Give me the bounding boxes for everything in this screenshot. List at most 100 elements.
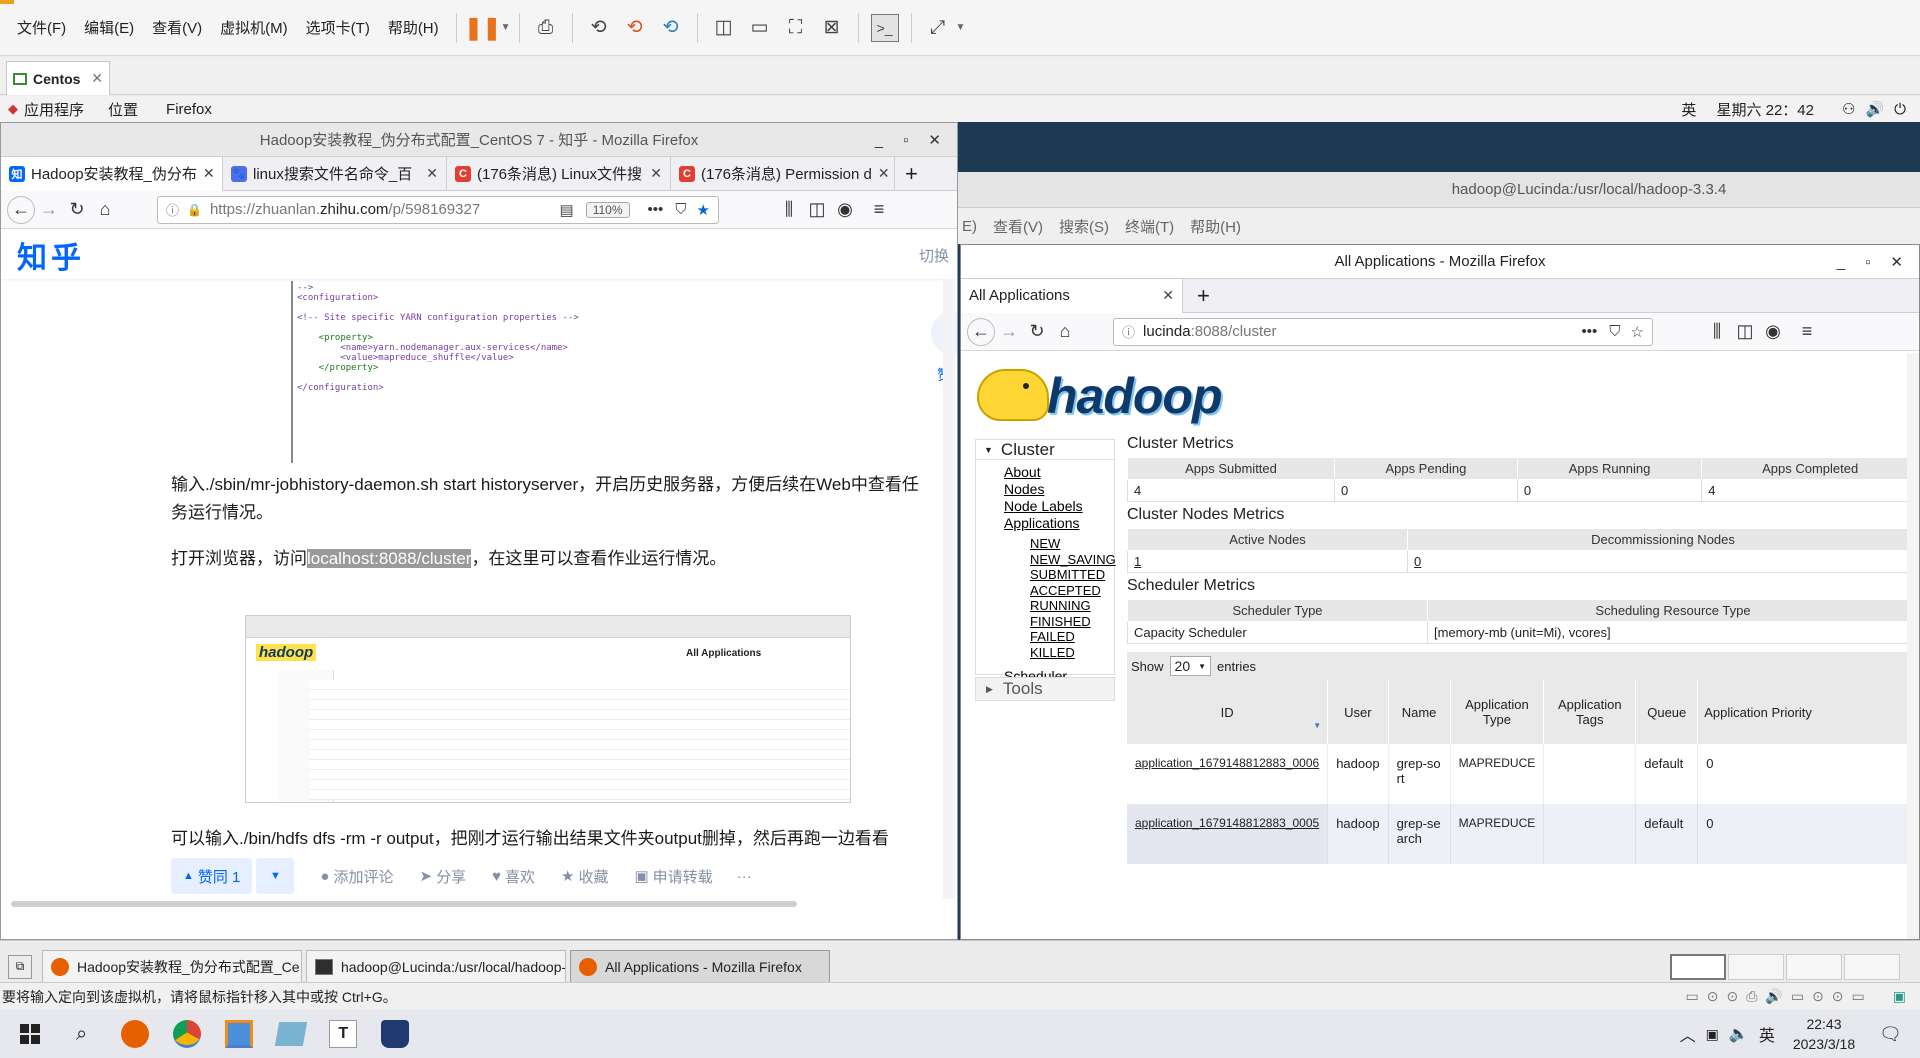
menu-file[interactable]: 文件(F) [17,17,66,38]
gnome-places-menu[interactable]: 位置 [108,99,138,120]
windows-ime[interactable]: 英 [1759,1022,1775,1046]
sortable-col-queue[interactable]: Queue [1635,680,1699,744]
hadoop-logo[interactable]: hadoop [977,363,1237,427]
vmware-app-icon[interactable] [225,1020,254,1048]
workspace-switcher[interactable] [1670,953,1900,981]
pause-icon[interactable]: ❚❚ [464,14,501,42]
browser-tab[interactable]: 知 Hadoop安装教程_伪分布 ✕ [1,156,223,191]
terminal-menu-terminal[interactable]: 终端(T) [1125,216,1174,237]
vertical-scrollbar[interactable] [1907,353,1919,939]
show-desktop-icon[interactable]: ⧉ [8,954,32,979]
collect-button[interactable]: 收藏 [578,866,608,887]
tray-chevron-icon[interactable]: ︿ [1680,1022,1696,1046]
switch-link[interactable]: 切换 [919,245,949,266]
snapshot-manager-icon[interactable]: ⟲ [657,14,685,42]
terminal-menu-help[interactable]: 帮助(H) [1190,216,1241,237]
sidebar-icon[interactable]: ◫ [1731,318,1759,346]
sortable-col-priority[interactable]: Application Priority [1698,680,1919,744]
reprint-button[interactable]: 申请转载 [653,866,713,887]
terminal-menu-view[interactable]: 查看(V) [993,216,1043,237]
reload-icon[interactable]: ↻ [63,196,91,224]
browser-tab[interactable]: C (176条消息) Linux文件搜 ✕ [447,156,671,191]
share-icon[interactable]: ➤ [419,867,432,885]
sortable-col-name[interactable]: Name [1388,680,1451,744]
state-failed[interactable]: FAILED [1030,629,1114,645]
close-icon[interactable]: ✕ [91,70,103,87]
menu-icon[interactable]: ≡ [1793,318,1821,346]
reload-icon[interactable]: ↻ [1023,318,1051,346]
more-button[interactable]: ··· [737,868,752,885]
thumbnail-icon[interactable]: ▭ [746,14,774,42]
terminal-window[interactable]: hadoop@Lucinda:/usr/local/hadoop-3.3.4 E… [958,122,1920,244]
console-view-icon[interactable]: >_ [870,13,899,42]
clock[interactable]: 22:43 2023/3/18 [1793,1014,1855,1054]
decommissioning-nodes-link[interactable]: 0 [1407,550,1919,573]
close-icon[interactable]: ✕ [1156,287,1174,304]
report-icon[interactable]: ▣ [634,867,648,885]
back-icon[interactable]: ← [7,195,35,224]
minimize-icon[interactable]: _ [1837,254,1845,271]
more-actions-icon[interactable]: ••• [648,201,664,218]
app-id-link[interactable]: application_1679148812883_0005 [1127,804,1329,864]
sortable-col-type[interactable]: Application Type [1450,680,1545,744]
info-icon[interactable]: ⓘ [1122,322,1135,341]
close-icon[interactable]: ✕ [644,165,662,182]
nav-about[interactable]: About [1004,464,1114,481]
browser-tab[interactable]: All Applications ✕ [961,278,1183,313]
vm-tab-centos[interactable]: Centos ✕ [6,61,110,95]
maximize-icon[interactable]: ▫ [1865,254,1870,271]
snapshot-icon[interactable]: ⟲ [585,14,613,42]
sidebar-icon[interactable]: ◫ [803,196,831,224]
close-icon[interactable]: ✕ [197,165,215,182]
chrome-app-icon[interactable] [173,1020,202,1048]
nav-applications[interactable]: Applications [1004,515,1114,532]
close-icon[interactable]: ✕ [872,165,890,182]
bookmark-star-icon[interactable]: ☆ [1631,323,1644,341]
account-icon[interactable]: ◉ [1759,318,1787,346]
horizontal-scrollbar[interactable] [11,901,797,907]
browser-tab[interactable]: C (176条消息) Permission d ✕ [671,156,895,191]
lock-icon[interactable]: 🔒 [187,203,202,217]
gnome-apps-menu[interactable]: 应用程序 [24,99,84,120]
fullscreen-icon[interactable]: ⛶ [782,14,810,42]
hadoop-url-bar[interactable]: ⓘ lucinda :8088/cluster ••• ⛉ ☆ [1113,317,1653,346]
search-icon[interactable]: ⌕ [76,1023,87,1046]
terminal-menu-edit[interactable]: E) [962,218,977,235]
browser-tab[interactable]: 🐾 linux搜索文件名命令_百 ✕ [223,156,447,191]
taskbar-window-button[interactable]: All Applications - Mozilla Firefox [570,949,830,984]
more-actions-icon[interactable]: ••• [1582,323,1598,340]
new-tab-icon[interactable]: + [1197,283,1210,309]
notepad-app-icon[interactable] [275,1022,308,1046]
zhihu-url-bar[interactable]: ⓘ 🔒 https://zhuanlan. zhihu.com /p/59816… [157,195,719,224]
menu-edit[interactable]: 编辑(E) [84,17,134,38]
downvote-button[interactable]: ▼ [256,858,295,894]
minimize-icon[interactable]: _ [875,132,883,149]
power-icon[interactable]: ⏻ [1894,101,1906,118]
forward-icon[interactable]: → [995,318,1023,346]
close-icon[interactable]: ✕ [420,165,438,182]
terminal-menu-search[interactable]: 搜索(S) [1059,216,1109,237]
zoom-badge[interactable]: 110% [585,201,630,218]
taskbar-window-button[interactable]: hadoop@Lucinda:/usr/local/hadoop-… [306,949,566,984]
workspace-3[interactable] [1786,953,1842,980]
revert-snapshot-icon[interactable]: ⟲ [621,14,649,42]
unity-icon[interactable]: ⊠ [818,14,846,42]
home-icon[interactable]: ⌂ [91,196,119,224]
menu-view[interactable]: 查看(V) [152,17,202,38]
state-new-saving[interactable]: NEW_SAVING [1030,552,1116,568]
pocket-icon[interactable]: ⛉ [1609,323,1620,340]
article-screenshot[interactable]: hadoop All Applications [245,615,851,803]
sortable-col-user[interactable]: User [1327,680,1389,744]
tools-header[interactable]: ▶ Tools [975,677,1115,701]
share-button[interactable]: 分享 [436,866,466,887]
nav-node-labels[interactable]: Node Labels [1004,498,1114,515]
state-killed[interactable]: KILLED [1030,645,1114,661]
stretch-icon[interactable]: ⤢ [924,14,952,42]
maximize-icon[interactable]: ▫ [903,132,908,149]
pocket-icon[interactable]: ⛉ [675,201,686,218]
network-icon[interactable]: ⚇ [1842,100,1855,118]
menu-icon[interactable]: ≡ [865,196,893,224]
state-running[interactable]: RUNNING [1030,598,1114,614]
notification-icon[interactable]: 🗨 [1879,1024,1902,1045]
page-size-select[interactable]: 20 ▼ [1169,656,1212,676]
